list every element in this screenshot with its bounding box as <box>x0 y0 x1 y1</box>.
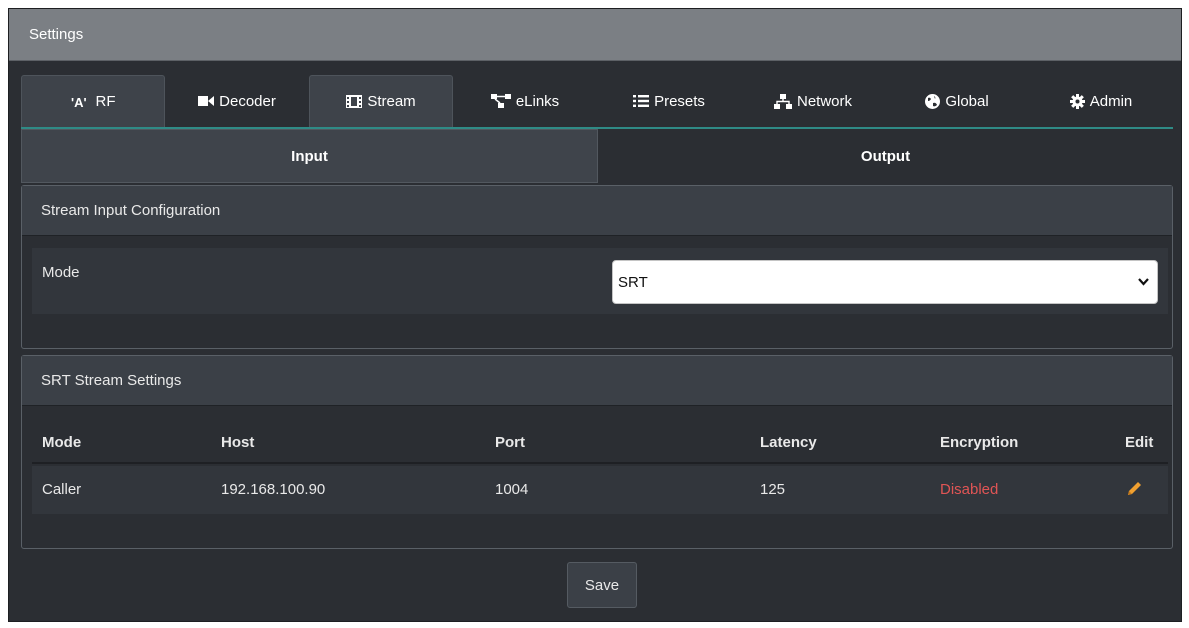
window-titlebar: Settings <box>9 9 1181 61</box>
srt-stream-settings-panel: SRT Stream Settings Mode Host Port Laten… <box>21 355 1173 549</box>
tab-label: eLinks <box>515 92 560 110</box>
tab-label: Decoder <box>219 92 276 110</box>
tab-network[interactable]: Network <box>741 75 885 127</box>
cell-mode: Caller <box>42 481 82 498</box>
tab-label: RF <box>95 93 116 110</box>
chevron-down-icon <box>1138 275 1149 293</box>
mode-select-value: SRT <box>618 273 648 291</box>
mode-row: Mode SRT <box>32 248 1168 314</box>
pencil-icon[interactable] <box>1126 480 1143 501</box>
mode-select[interactable]: SRT <box>612 260 1158 304</box>
tab-label: Presets <box>654 92 705 110</box>
tab-input[interactable]: Input <box>21 129 598 183</box>
tab-label: Admin <box>1089 92 1133 110</box>
column-header-host: Host <box>221 434 255 451</box>
cell-latency: 125 <box>760 481 786 498</box>
video-camera-icon <box>198 95 215 107</box>
film-icon <box>346 95 363 108</box>
save-button[interactable]: Save <box>567 562 637 608</box>
tab-decoder[interactable]: Decoder <box>165 75 309 127</box>
tab-label: Stream <box>367 93 416 110</box>
list-icon <box>633 95 650 107</box>
column-header-encryption: Encryption <box>940 434 1019 451</box>
globe-icon <box>925 93 941 109</box>
svg-text:'A': 'A' <box>71 95 87 109</box>
tab-admin[interactable]: Admin <box>1029 75 1173 127</box>
stream-input-configuration-panel: Stream Input Configuration Mode SRT <box>21 185 1173 349</box>
tab-label: Network <box>796 92 852 110</box>
cell-encryption-status: Disabled <box>940 481 999 498</box>
column-header-mode: Mode <box>42 434 82 451</box>
gear-icon <box>1069 93 1085 109</box>
panel-heading: SRT Stream Settings <box>22 356 1172 406</box>
sitemap-icon <box>773 93 792 109</box>
table-header: Mode Host Port Latency Encryption Edit <box>32 418 1168 464</box>
tab-output[interactable]: Output <box>598 129 1173 183</box>
network-links-icon <box>490 94 511 108</box>
table-row: Caller 192.168.100.90 1004 125 Disabled <box>32 466 1168 514</box>
column-header-edit: Edit <box>1125 434 1154 451</box>
column-header-latency: Latency <box>760 434 817 451</box>
tab-elinks[interactable]: eLinks <box>453 75 597 127</box>
tab-presets[interactable]: Presets <box>597 75 741 127</box>
column-header-port: Port <box>495 434 525 451</box>
input-output-tabs: Input Output <box>21 129 1173 183</box>
mode-label: Mode <box>42 264 80 281</box>
tab-label: Global <box>945 92 989 110</box>
antenna-icon: 'A' <box>71 95 91 109</box>
cell-port: 1004 <box>495 481 529 498</box>
cell-host: 192.168.100.90 <box>221 481 326 498</box>
panel-heading: Stream Input Configuration <box>22 186 1172 236</box>
window-title: Settings <box>29 26 84 43</box>
tab-rf[interactable]: 'A' RF <box>21 75 165 127</box>
tab-global[interactable]: Global <box>885 75 1029 127</box>
main-tabs: 'A' RF Decoder Stream eLinks Presets Net… <box>21 75 1173 129</box>
tab-stream[interactable]: Stream <box>309 75 453 127</box>
settings-window: Settings 'A' RF Decoder Stream eLinks Pr… <box>8 8 1182 622</box>
